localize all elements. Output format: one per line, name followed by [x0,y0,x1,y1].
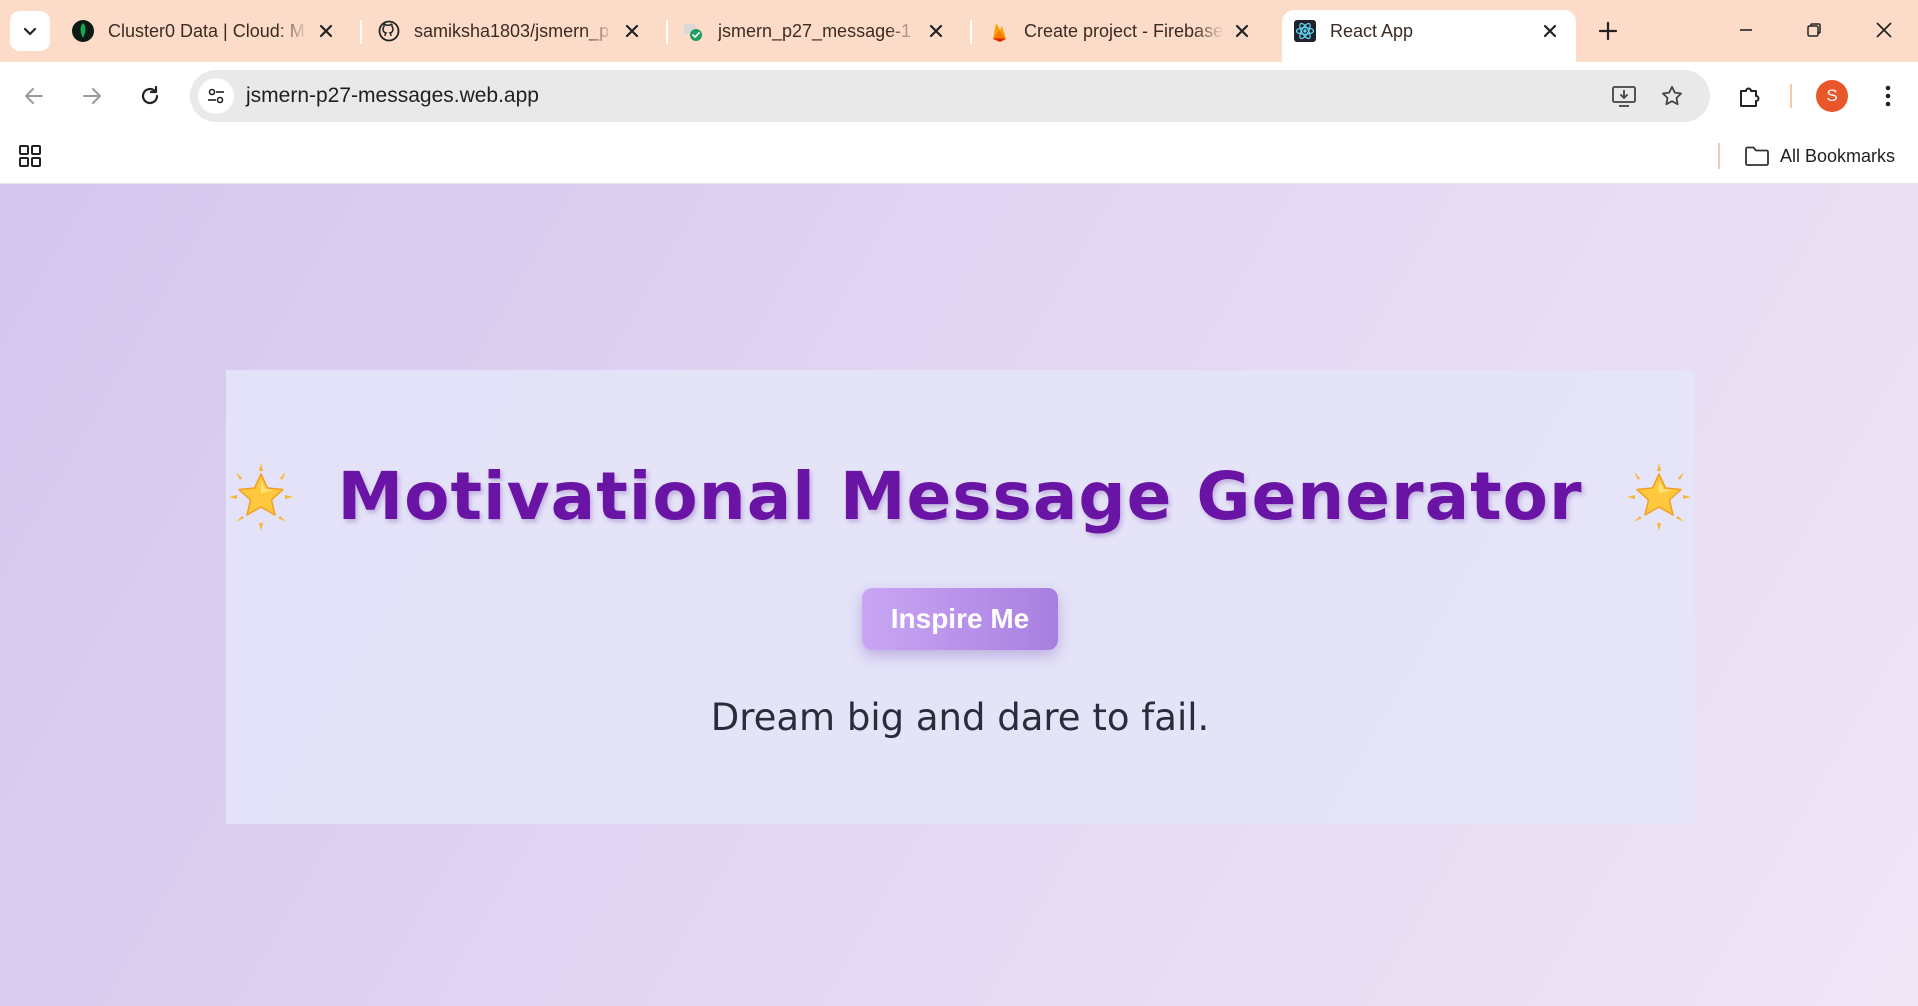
page-title-row: Motivational Message Generator [226,458,1694,535]
back-button[interactable] [14,76,54,116]
page-title: Motivational Message Generator [337,458,1583,535]
inspire-me-button[interactable]: Inspire Me [862,588,1058,650]
puzzle-icon [1740,87,1760,107]
react-atom-icon [1294,20,1316,42]
browser-toolbar: jsmern-p27-messages.web.app S [0,62,1918,130]
browser-menu-button[interactable] [1870,78,1906,114]
tab-search-button[interactable] [10,11,50,51]
mongodb-leaf-icon [72,20,94,42]
tab-title: Cluster0 Data | Cloud: M [108,21,305,41]
more-vertical-icon [1885,85,1891,107]
tab-title: React App [1330,21,1414,41]
tune-icon [208,88,224,104]
tab-title: jsmern_p27_message-1 [718,21,912,41]
restore-button[interactable] [1784,10,1844,50]
forward-button[interactable] [72,76,112,116]
minimize-button[interactable] [1716,10,1776,50]
site-info-button[interactable] [198,78,234,114]
close-icon[interactable] [1538,19,1562,43]
reload-icon [141,85,159,105]
chevron-down-icon [23,27,37,36]
new-tab-button[interactable] [1592,15,1624,47]
apps-grid-button[interactable] [16,142,44,170]
glowing-star-icon [1621,459,1697,535]
address-bar[interactable]: jsmern-p27-messages.web.app [190,70,1710,122]
motivational-message: Dream big and dare to fail. [710,696,1210,739]
close-icon[interactable] [1230,19,1254,43]
folder-icon [1745,146,1769,166]
tab-mongodb[interactable]: Cluster0 Data | Cloud: M [60,10,352,52]
restore-icon [1807,23,1821,37]
tab-firebase[interactable]: Create project - Firebase [976,10,1268,52]
tab-divider [666,20,668,44]
generator-card: Motivational Message Generator Inspire M… [226,370,1694,824]
close-icon[interactable] [620,19,644,43]
firebase-flame-icon [988,20,1010,42]
profile-avatar[interactable]: S [1816,80,1848,112]
close-icon [1876,22,1892,38]
url-text[interactable]: jsmern-p27-messages.web.app [246,84,539,108]
tab-title: samiksha1803/jsmern_p [414,21,610,41]
minimize-icon [1740,29,1752,31]
bookmark-star-button[interactable] [1658,82,1686,110]
tab-strip: Cluster0 Data | Cloud: M samiksha1803/js… [0,0,1918,62]
reload-button[interactable] [130,76,170,116]
close-window-button[interactable] [1854,10,1914,50]
tab-react-app[interactable]: React App [1282,10,1576,62]
tab-github[interactable]: samiksha1803/jsmern_p [366,10,658,52]
bookmarks-divider [1718,143,1720,169]
deploy-check-icon [682,20,704,42]
tab-deploy[interactable]: jsmern_p27_message-1 [670,10,962,52]
all-bookmarks-button[interactable]: All Bookmarks [1744,140,1895,172]
install-app-button[interactable] [1610,82,1638,110]
tab-title: Create project - Firebase [1024,21,1224,41]
plus-icon [1598,21,1618,41]
close-icon[interactable] [924,19,948,43]
tab-divider [360,20,362,44]
glowing-star-icon [223,459,299,535]
apps-grid-icon [19,145,41,167]
tab-divider [970,20,972,44]
github-icon [378,20,400,42]
arrow-right-icon [83,88,101,104]
all-bookmarks-label: All Bookmarks [1780,145,1896,166]
bookmarks-bar: All Bookmarks [0,130,1918,184]
toolbar-divider [1790,84,1792,108]
extensions-button[interactable] [1732,78,1768,114]
page-viewport: Motivational Message Generator Inspire M… [0,184,1918,1006]
arrow-left-icon [25,88,43,104]
star-outline-icon [1662,85,1682,106]
close-icon[interactable] [314,19,338,43]
install-icon [1612,86,1636,107]
